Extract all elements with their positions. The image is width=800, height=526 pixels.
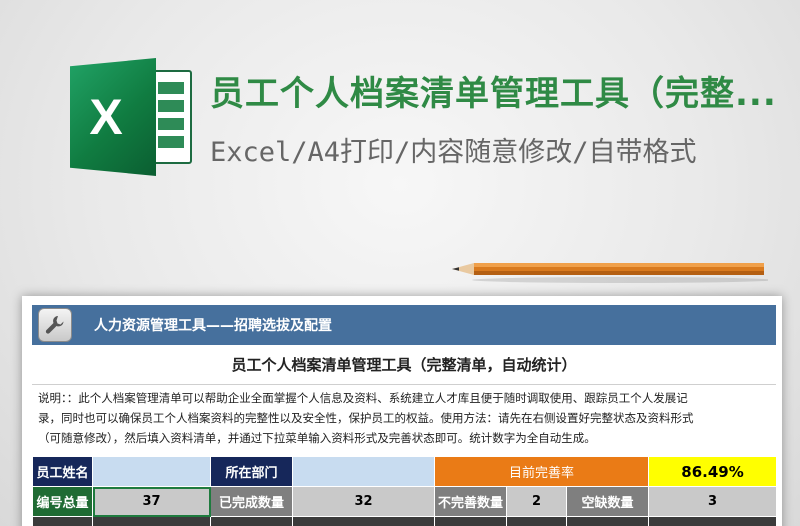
completed-count-label: 已完成数量 bbox=[210, 486, 293, 517]
department-cell[interactable] bbox=[292, 456, 435, 487]
pencil-icon bbox=[452, 263, 768, 283]
table-row bbox=[32, 516, 778, 526]
grid-cell bbox=[158, 82, 184, 94]
table-row: 编号总量 37 已完成数量 32 不完善数量 2 空缺数量 3 bbox=[32, 486, 778, 517]
excel-x-block: X bbox=[70, 58, 156, 176]
total-count-label: 编号总量 bbox=[32, 486, 93, 517]
completed-count-cell[interactable]: 32 bbox=[292, 486, 435, 517]
spreadsheet-preview: 人力资源管理工具——招聘选拔及配置 员工个人档案清单管理工具（完整清单，自动统计… bbox=[22, 296, 782, 526]
table-cell[interactable] bbox=[92, 516, 211, 526]
missing-count-cell[interactable]: 3 bbox=[648, 486, 778, 517]
table-cell[interactable] bbox=[32, 516, 93, 526]
page-title: 员工个人档案清单管理工具（完整... bbox=[210, 74, 777, 114]
description-line: （可随意修改），然后填入资料清单，并通过下拉菜单输入资料形式及完善状态即可。统计… bbox=[38, 431, 596, 445]
incomplete-count-cell[interactable]: 2 bbox=[506, 486, 567, 517]
department-label: 所在部门 bbox=[210, 456, 293, 487]
table-cell[interactable] bbox=[648, 516, 778, 526]
table-cell[interactable] bbox=[565, 516, 650, 526]
grid-cell bbox=[158, 118, 184, 130]
banner-title: 人力资源管理工具——招聘选拔及配置 bbox=[94, 318, 332, 334]
sheet-banner: 人力资源管理工具——招聘选拔及配置 bbox=[32, 305, 776, 345]
table-row: 员工姓名 所在部门 目前完善率 86.49% bbox=[32, 456, 778, 487]
sheet-description: 说明：：此个人档案管理清单可以帮助企业全面掌握个人信息及资料、系统建立人才库且便… bbox=[32, 388, 776, 452]
completion-rate-value[interactable]: 86.49% bbox=[648, 456, 778, 487]
description-line: 录，同时也可以确保员工个人档案资料的完整性以及安全性，保护员工的权益。使用方法：… bbox=[38, 411, 694, 425]
employee-name-cell[interactable] bbox=[92, 456, 211, 487]
table-cell[interactable] bbox=[506, 516, 567, 526]
incomplete-count-label: 不完善数量 bbox=[434, 486, 507, 517]
table-cell[interactable] bbox=[210, 516, 293, 526]
table-cell[interactable] bbox=[434, 516, 507, 526]
wrench-icon[interactable] bbox=[38, 308, 72, 342]
description-line: 说明：：此个人档案管理清单可以帮助企业全面掌握个人信息及资料、系统建立人才库且便… bbox=[38, 391, 688, 405]
stats-table: 员工姓名 所在部门 目前完善率 86.49% 编号总量 37 已完成数量 32 … bbox=[32, 456, 778, 526]
completion-rate-label: 目前完善率 bbox=[433, 456, 650, 487]
total-count-cell[interactable]: 37 bbox=[92, 486, 211, 517]
grid-cell bbox=[158, 100, 184, 112]
grid-cell bbox=[158, 136, 184, 148]
employee-name-label: 员工姓名 bbox=[32, 456, 93, 487]
excel-logo-icon: X bbox=[70, 58, 195, 176]
missing-count-label: 空缺数量 bbox=[565, 486, 650, 517]
excel-x-letter: X bbox=[89, 89, 123, 145]
table-cell[interactable] bbox=[292, 516, 435, 526]
page-subtitle: Excel/A4打印/内容随意修改/自带格式 bbox=[210, 137, 697, 168]
sheet-title: 员工个人档案清单管理工具（完整清单，自动统计） bbox=[32, 345, 776, 385]
